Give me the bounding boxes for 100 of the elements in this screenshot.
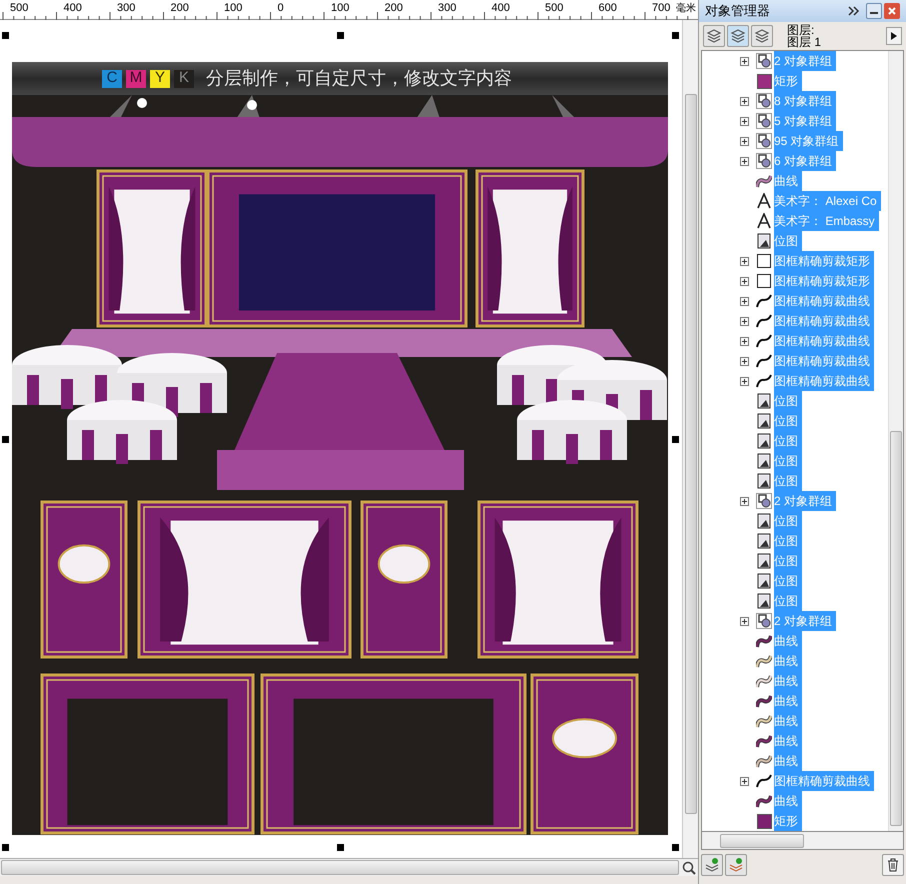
selection-handle[interactable] bbox=[672, 844, 679, 851]
object-item[interactable]: 图框精确剪裁曲线 bbox=[774, 331, 874, 351]
double-chevron-icon[interactable] bbox=[848, 6, 860, 16]
object-item[interactable]: 曲线 bbox=[774, 671, 802, 691]
ruler-label: 300 bbox=[117, 1, 136, 16]
expand-toggle[interactable] bbox=[740, 356, 749, 366]
object-item[interactable]: 美术字： Alexei Co bbox=[774, 191, 881, 211]
vertical-scrollbar[interactable] bbox=[682, 20, 698, 858]
object-item[interactable]: 矩形 bbox=[774, 811, 802, 831]
expand-toggle[interactable] bbox=[740, 56, 749, 66]
ruler-label: 500 bbox=[10, 1, 28, 16]
object-item[interactable]: 图框精确剪裁曲线 bbox=[774, 351, 874, 371]
expand-toggle[interactable] bbox=[740, 116, 749, 126]
layers-edit-icon[interactable] bbox=[727, 25, 749, 47]
object-item[interactable]: 图框精确剪裁曲线 bbox=[774, 371, 874, 391]
selection-handle[interactable] bbox=[337, 844, 344, 851]
letter-a-icon bbox=[756, 213, 772, 229]
selection-handle[interactable] bbox=[2, 32, 9, 39]
expand-toggle[interactable] bbox=[740, 316, 749, 326]
horizontal-scrollbar[interactable] bbox=[1, 860, 679, 875]
canvas[interactable]: C M Y K 分层制作，可自定尺寸，修改文字内容 bbox=[0, 20, 682, 858]
object-item[interactable]: 曲线 bbox=[774, 731, 802, 751]
delete-button[interactable] bbox=[882, 854, 904, 876]
object-item[interactable]: 位图 bbox=[774, 471, 802, 491]
object-item[interactable]: 8 对象群组 bbox=[774, 91, 836, 111]
selection-handle[interactable] bbox=[337, 32, 344, 39]
ruler-label: 200 bbox=[170, 1, 189, 16]
object-item[interactable]: 曲线 bbox=[774, 651, 802, 671]
expand-toggle[interactable] bbox=[740, 256, 749, 266]
new-master-layer-button[interactable] bbox=[725, 854, 747, 876]
expand-toggle[interactable] bbox=[740, 336, 749, 346]
object-item[interactable]: 曲线 bbox=[774, 711, 802, 731]
layers-view-icon[interactable] bbox=[751, 25, 773, 47]
cmyk-letter: C bbox=[102, 70, 122, 88]
expand-toggle[interactable] bbox=[740, 96, 749, 106]
object-item[interactable]: 5 对象群组 bbox=[774, 111, 836, 131]
panel-menu-button[interactable] bbox=[886, 27, 902, 45]
object-item[interactable]: 图框精确剪裁矩形 bbox=[774, 271, 874, 291]
group-icon bbox=[756, 613, 772, 629]
close-icon bbox=[888, 7, 896, 15]
bitmap-icon bbox=[757, 533, 771, 549]
curve-icon bbox=[756, 374, 772, 388]
object-item[interactable]: 美术字： Embassy bbox=[774, 211, 879, 231]
minimize-button[interactable] bbox=[866, 3, 882, 19]
layers-icon[interactable] bbox=[703, 25, 725, 47]
trash-icon bbox=[887, 858, 899, 872]
object-item[interactable]: 2 对象群组 bbox=[774, 611, 836, 631]
object-item[interactable]: 曲线 bbox=[774, 751, 802, 771]
selection-handle[interactable] bbox=[672, 436, 679, 443]
expand-toggle[interactable] bbox=[740, 276, 749, 286]
bitmap-icon bbox=[757, 593, 771, 609]
object-item[interactable]: 位图 bbox=[774, 531, 802, 551]
expand-toggle[interactable] bbox=[740, 296, 749, 306]
object-item[interactable]: 2 对象群组 bbox=[774, 51, 836, 71]
bitmap-icon bbox=[757, 453, 771, 469]
selection-handle[interactable] bbox=[2, 844, 9, 851]
zoom-icon[interactable] bbox=[682, 861, 696, 875]
object-item[interactable]: 位图 bbox=[774, 551, 802, 571]
object-item[interactable]: 曲线 bbox=[774, 791, 802, 811]
object-item[interactable]: 位图 bbox=[774, 391, 802, 411]
object-item[interactable]: 位图 bbox=[774, 591, 802, 611]
list-scrollbar[interactable] bbox=[888, 51, 903, 831]
object-item[interactable]: 2 对象群组 bbox=[774, 491, 836, 511]
selection-handle[interactable] bbox=[2, 436, 9, 443]
object-item[interactable]: 图框精确剪裁曲线 bbox=[774, 311, 874, 331]
selection-handle[interactable] bbox=[672, 32, 679, 39]
expand-toggle[interactable] bbox=[740, 776, 749, 786]
ruler-label: 0 bbox=[278, 1, 284, 16]
object-item[interactable]: 位图 bbox=[774, 231, 802, 251]
new-layer-button[interactable] bbox=[701, 854, 723, 876]
layer-label: 图层: bbox=[787, 24, 816, 36]
object-item[interactable]: 曲线 bbox=[774, 171, 802, 191]
ruler-unit: 毫米 bbox=[676, 2, 696, 16]
expand-toggle[interactable] bbox=[740, 616, 749, 626]
bitmap-icon bbox=[757, 473, 771, 489]
object-item[interactable]: 曲线 bbox=[774, 691, 802, 711]
cmyk-letter: K bbox=[174, 70, 194, 88]
object-item[interactable]: 图框精确剪裁曲线 bbox=[774, 291, 874, 311]
rectangle-icon bbox=[757, 254, 771, 268]
object-item[interactable]: 位图 bbox=[774, 511, 802, 531]
object-item[interactable]: 6 对象群组 bbox=[774, 151, 836, 171]
object-item[interactable]: 位图 bbox=[774, 411, 802, 431]
list-horizontal-scrollbar[interactable] bbox=[720, 834, 804, 848]
object-item[interactable]: 位图 bbox=[774, 431, 802, 451]
object-item[interactable]: 图框精确剪裁矩形 bbox=[774, 251, 874, 271]
ruler-label: 100 bbox=[331, 1, 350, 16]
object-item[interactable]: 矩形 bbox=[774, 71, 802, 91]
expand-toggle[interactable] bbox=[740, 376, 749, 386]
bitmap-icon bbox=[757, 553, 771, 569]
object-item[interactable]: 图框精确剪裁曲线 bbox=[774, 771, 874, 791]
object-item[interactable]: 95 对象群组 bbox=[774, 131, 843, 151]
group-icon bbox=[756, 153, 772, 169]
layers-add-icon bbox=[728, 857, 744, 873]
expand-toggle[interactable] bbox=[740, 496, 749, 506]
object-item[interactable]: 曲线 bbox=[774, 631, 802, 651]
expand-toggle[interactable] bbox=[740, 136, 749, 146]
object-item[interactable]: 位图 bbox=[774, 451, 802, 471]
object-item[interactable]: 位图 bbox=[774, 571, 802, 591]
close-button[interactable] bbox=[884, 3, 900, 19]
expand-toggle[interactable] bbox=[740, 156, 749, 166]
